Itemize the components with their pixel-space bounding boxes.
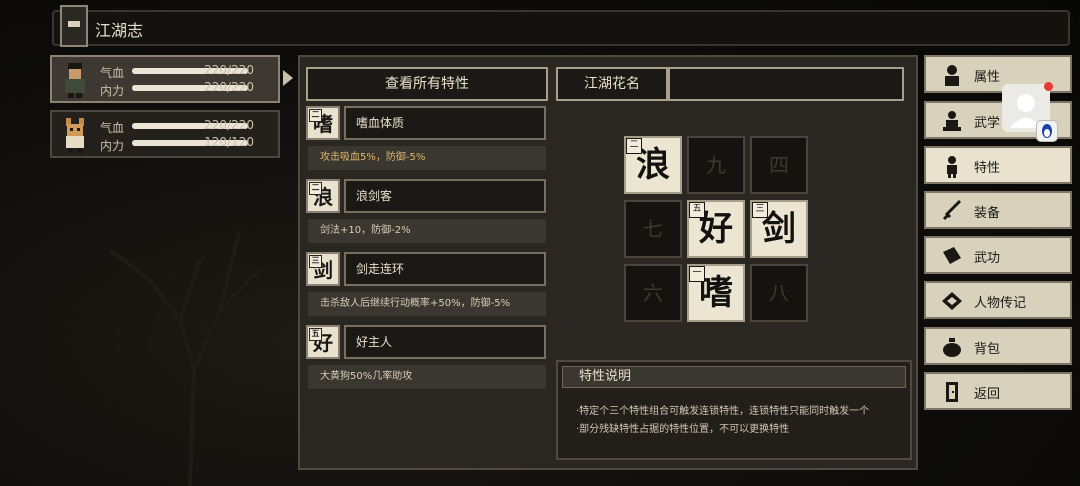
door-icon: [946, 382, 958, 402]
trait-description: 剑法+10，防御-2%: [308, 219, 546, 243]
trait-slot[interactable]: 四: [750, 136, 808, 194]
trait-description: 大黄狗50%几率助攻: [308, 365, 546, 389]
hp-label: 气血: [100, 66, 125, 80]
book-icon: [60, 5, 88, 47]
trait-slot[interactable]: 八: [750, 264, 808, 322]
trait-glyph-icon: 二浪: [306, 179, 340, 213]
mp-label: 内力: [100, 84, 125, 98]
person-icon: [945, 65, 959, 86]
menu-label: 属性: [974, 70, 1001, 85]
menu-label: 武功: [974, 251, 1001, 266]
trait-slot[interactable]: 七: [624, 200, 682, 258]
menu-traits-button[interactable]: 特性: [924, 146, 1072, 184]
nickname-field: [668, 67, 904, 101]
menu-back-button[interactable]: 返回: [924, 372, 1072, 410]
trait-glyph-icon: 三剑: [306, 252, 340, 286]
qq-penguin-icon[interactable]: [1036, 120, 1058, 142]
character-card-1[interactable]: 气血 220/220 内力 220/220: [50, 55, 280, 103]
hp-value: 220/220: [204, 118, 254, 132]
hp-label: 气血: [100, 121, 125, 135]
page-title: 江湖志: [95, 21, 144, 40]
character-card-2[interactable]: 气血 220/220 内力 120/120: [50, 110, 280, 158]
view-all-traits-button[interactable]: 查看所有特性: [306, 67, 548, 101]
trait-slot[interactable]: 九: [687, 136, 745, 194]
trait-name: 嗜血体质: [344, 106, 546, 140]
swordsman-avatar-icon: [65, 63, 85, 98]
menu-label: 背包: [974, 342, 1001, 357]
trait-name: 剑走连环: [344, 252, 546, 286]
fox-companion-avatar-icon: [66, 118, 84, 153]
trait-slot[interactable]: 五好: [687, 200, 745, 258]
nickname-box: 江湖花名: [556, 67, 668, 101]
trait-description: 击杀敌人后继续行动概率+50%，防御-5%: [308, 292, 546, 316]
trait-slot[interactable]: 二浪: [624, 136, 682, 194]
title-bar: [52, 10, 1070, 46]
trait-name: 浪剑客: [344, 179, 546, 213]
sword-icon: [942, 199, 962, 221]
meditate-icon: [943, 111, 961, 131]
trait-glyph-icon: 五好: [306, 325, 340, 359]
notification-dot: [1044, 82, 1053, 91]
mp-label: 内力: [100, 139, 125, 153]
scroll-icon: [942, 292, 962, 310]
selected-arrow-icon: [283, 70, 293, 86]
menu-biography-button[interactable]: 人物传记: [924, 281, 1072, 319]
menu-equipment-button[interactable]: 装备: [924, 191, 1072, 229]
tree-silhouette: [108, 229, 262, 486]
menu-skills-button[interactable]: 武功: [924, 236, 1072, 274]
hp-value: 220/220: [204, 63, 254, 77]
trait-description: 攻击吸血5%，防御-5%: [308, 146, 546, 170]
figure-icon: [947, 156, 957, 178]
menu-label: 返回: [974, 387, 1001, 402]
trait-name: 好主人: [344, 325, 546, 359]
book-icon: [943, 247, 961, 264]
trait-slot[interactable]: 一嗜: [687, 264, 745, 322]
trait-slot[interactable]: 三剑: [750, 200, 808, 258]
info-line: ·部分残缺特性占据的特性位置，不可以更换特性: [576, 424, 790, 435]
bag-icon: [943, 338, 961, 357]
trait-info-box: 特性说明 ·特定个三个特性组合可触发连锁特性，连锁特性只能同时触发一个 ·部分残…: [556, 360, 912, 460]
menu-label: 特性: [974, 161, 1001, 176]
mp-value: 220/220: [204, 80, 254, 94]
menu-inventory-button[interactable]: 背包: [924, 327, 1072, 365]
info-line: ·特定个三个特性组合可触发连锁特性，连锁特性只能同时触发一个: [576, 406, 870, 417]
menu-label: 武学: [974, 116, 1001, 131]
trait-slot[interactable]: 六: [624, 264, 682, 322]
trait-glyph-icon: 二嗜: [306, 106, 340, 140]
menu-label: 人物传记: [974, 296, 1027, 311]
info-title: 特性说明: [562, 366, 906, 388]
menu-label: 装备: [974, 206, 1001, 221]
mp-value: 120/120: [204, 135, 254, 149]
